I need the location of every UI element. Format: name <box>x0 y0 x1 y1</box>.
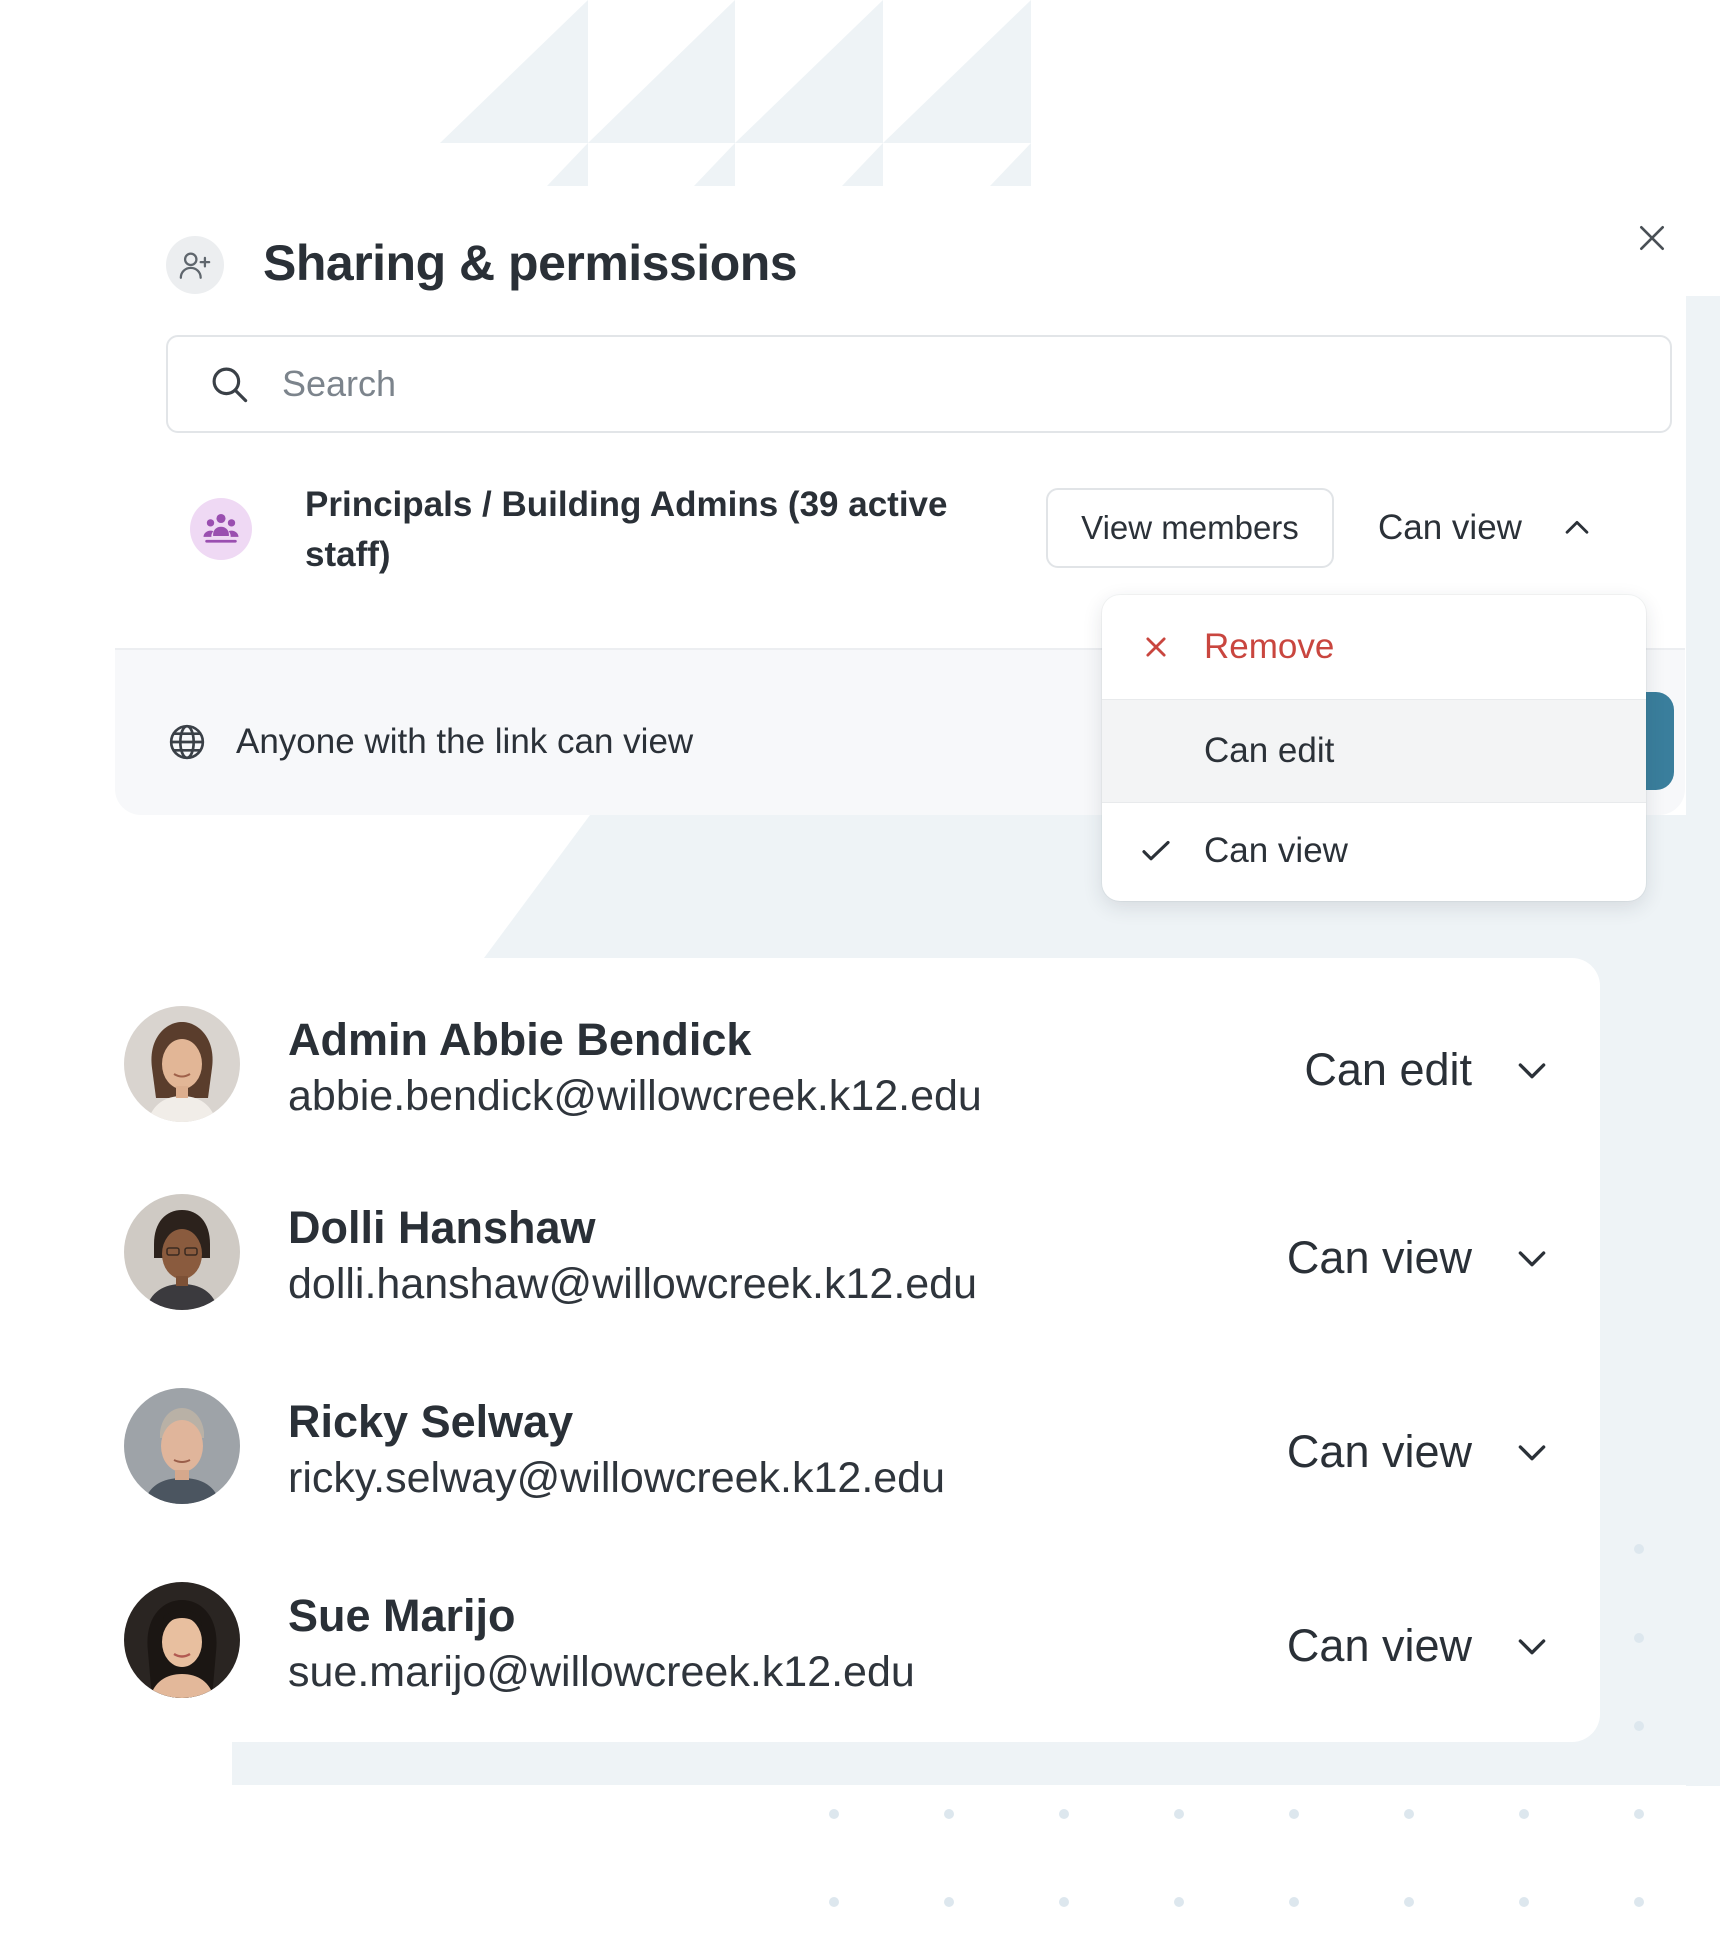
person-permission-label: Can view <box>1286 1620 1472 1671</box>
view-members-button[interactable]: View members <box>1046 488 1334 568</box>
people-list: Admin Abbie Bendick abbie.bendick@willow… <box>120 958 1600 1742</box>
dialog-title: Sharing & permissions <box>263 235 798 291</box>
chevron-down-icon <box>1512 1626 1552 1666</box>
person-permission-dropdown[interactable]: Can edit <box>1304 1040 1600 1100</box>
group-permission-dropdown[interactable]: Can view <box>1378 500 1594 556</box>
menu-item-label: Can edit <box>1204 731 1335 770</box>
person-permission-label: Can view <box>1286 1232 1472 1283</box>
menu-item-label: Remove <box>1204 627 1335 666</box>
add-user-icon <box>166 236 224 294</box>
group-icon <box>190 498 252 560</box>
search-input[interactable] <box>280 362 1584 406</box>
chevron-down-icon <box>1512 1432 1552 1472</box>
chevron-up-icon <box>1560 511 1594 545</box>
menu-item-label: Can view <box>1204 831 1348 870</box>
person-email: ricky.selway@willowcreek.k12.edu <box>288 1454 946 1502</box>
avatar <box>124 1582 240 1698</box>
chevron-down-icon <box>1512 1238 1552 1278</box>
person-name: Dolli Hanshaw <box>288 1202 596 1253</box>
check-icon <box>1132 827 1180 875</box>
person-email: sue.marijo@willowcreek.k12.edu <box>288 1648 915 1696</box>
person-row: Admin Abbie Bendick abbie.bendick@willow… <box>120 1002 1600 1152</box>
permission-menu: Remove Can edit Can view <box>1102 595 1646 901</box>
person-email: dolli.hanshaw@willowcreek.k12.edu <box>288 1260 978 1308</box>
person-row: Dolli Hanshaw dolli.hanshaw@willowcreek.… <box>120 1190 1600 1340</box>
link-sharing-text: Anyone with the link can view <box>236 722 694 761</box>
person-name: Ricky Selway <box>288 1396 574 1447</box>
globe-icon <box>165 720 209 764</box>
person-permission-label: Can edit <box>1304 1044 1472 1095</box>
person-permission-dropdown[interactable]: Can view <box>1287 1228 1600 1288</box>
person-row: Ricky Selway ricky.selway@willowcreek.k1… <box>120 1384 1600 1534</box>
avatar <box>124 1194 240 1310</box>
person-permission-dropdown[interactable]: Can view <box>1287 1422 1600 1482</box>
search-box <box>166 335 1672 433</box>
person-row: Sue Marijo sue.marijo@willowcreek.k12.ed… <box>120 1578 1600 1728</box>
group-name: Principals / Building Admins (39 active … <box>305 485 948 574</box>
person-permission-dropdown[interactable]: Can view <box>1287 1616 1600 1676</box>
person-permission-label: Can view <box>1286 1426 1472 1477</box>
close-icon[interactable] <box>1630 216 1674 260</box>
x-icon <box>1132 623 1180 671</box>
avatar <box>124 1006 240 1122</box>
menu-item-remove[interactable]: Remove <box>1102 595 1646 699</box>
chevron-down-icon <box>1512 1050 1552 1090</box>
person-email: abbie.bendick@willowcreek.k12.edu <box>288 1072 982 1120</box>
person-name: Sue Marijo <box>288 1590 516 1641</box>
menu-item-can-edit[interactable]: Can edit <box>1102 699 1646 803</box>
group-permission-label: Can view <box>1378 508 1522 547</box>
person-name: Admin Abbie Bendick <box>288 1014 752 1065</box>
avatar <box>124 1388 240 1504</box>
search-icon <box>208 362 252 406</box>
menu-item-can-view[interactable]: Can view <box>1102 799 1646 901</box>
